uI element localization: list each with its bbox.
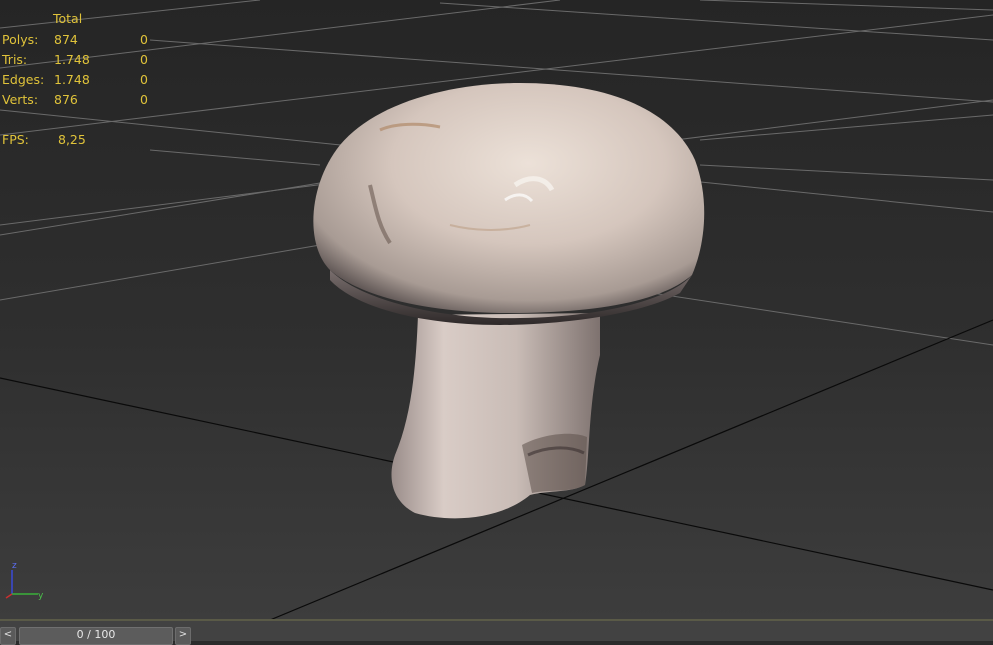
fps-value: 8,25 <box>58 132 86 147</box>
timeline-prev-button[interactable]: < <box>0 627 16 645</box>
stats-total-value: 876 <box>54 92 78 107</box>
timeline-next-button[interactable]: > <box>175 627 191 645</box>
axis-y-label: y <box>38 591 44 601</box>
chevron-right-icon: > <box>178 629 188 640</box>
frame-display: 0 / 100 <box>76 628 116 641</box>
3d-viewport[interactable]: Total Polys: 874 0 Tris: 1.748 0 Edges: … <box>0 0 993 620</box>
fps-label: FPS: <box>2 132 29 147</box>
stats-selected-value: 0 <box>140 32 148 47</box>
stats-total-header: Total <box>53 11 83 26</box>
stats-total-value: 1.748 <box>54 52 90 67</box>
stats-label: Edges: <box>2 72 45 87</box>
stats-label: Polys: <box>2 32 39 47</box>
timeline-bar: < 0 / 100 > <box>0 621 993 645</box>
stats-label: Verts: <box>2 92 39 107</box>
stats-selected-value: 0 <box>140 92 148 107</box>
mushroom-model[interactable] <box>300 75 720 530</box>
stats-total-value: 1.748 <box>54 72 90 87</box>
axis-z-label: z <box>12 561 17 571</box>
stats-selected-value: 0 <box>140 72 148 87</box>
axis-gizmo-icon: z y <box>5 561 44 601</box>
stats-selected-value: 0 <box>140 52 148 67</box>
stats-label: Tris: <box>2 52 28 67</box>
stats-total-value: 874 <box>54 32 78 47</box>
chevron-left-icon: < <box>3 629 13 640</box>
timeline-slider[interactable]: 0 / 100 <box>19 627 173 645</box>
